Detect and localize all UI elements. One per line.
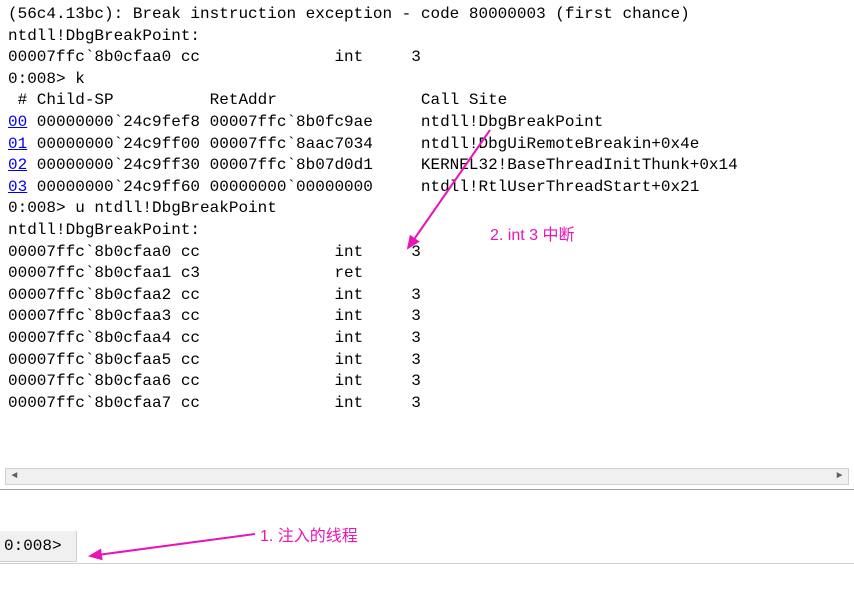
symbol-line: ntdll!DbgBreakPoint: xyxy=(8,26,846,48)
frame-detail: 00000000`24c9ff60 00000000`00000000 ntdl… xyxy=(27,178,699,196)
frame-detail: 00000000`24c9fef8 00007ffc`8b0fc9ae ntdl… xyxy=(27,113,603,131)
frame-index-link[interactable]: 03 xyxy=(8,178,27,196)
stack-frame-row: 03 00000000`24c9ff60 00000000`00000000 n… xyxy=(8,177,846,199)
debugger-output-pane: (56c4.13bc): Break instruction exception… xyxy=(0,0,854,490)
command-input[interactable] xyxy=(78,532,854,562)
command-u: 0:008> u ntdll!DbgBreakPoint xyxy=(8,198,846,220)
instruction-line: 00007ffc`8b0cfaa0 cc int 3 xyxy=(8,47,846,69)
scroll-left-arrow-icon[interactable]: ◄ xyxy=(6,469,23,484)
horizontal-scrollbar[interactable]: ◄ ► xyxy=(5,468,849,485)
command-k: 0:008> k xyxy=(8,69,846,91)
frame-detail: 00000000`24c9ff00 00007ffc`8aac7034 ntdl… xyxy=(27,135,699,153)
disasm-row: 00007ffc`8b0cfaa3 cc int 3 xyxy=(8,306,846,328)
symbol-line-2: ntdll!DbgBreakPoint: xyxy=(8,220,846,242)
frame-index-link[interactable]: 01 xyxy=(8,135,27,153)
disasm-row: 00007ffc`8b0cfaa0 cc int 3 xyxy=(8,242,846,264)
disasm-row: 00007ffc`8b0cfaa2 cc int 3 xyxy=(8,285,846,307)
disasm-row: 00007ffc`8b0cfaa5 cc int 3 xyxy=(8,350,846,372)
input-bottom-border xyxy=(0,563,854,580)
stack-frame-row: 00 00000000`24c9fef8 00007ffc`8b0fc9ae n… xyxy=(8,112,846,134)
frame-detail: 00000000`24c9ff30 00007ffc`8b07d0d1 KERN… xyxy=(27,156,738,174)
disasm-row: 00007ffc`8b0cfaa4 cc int 3 xyxy=(8,328,846,350)
stack-frame-row: 01 00000000`24c9ff00 00007ffc`8aac7034 n… xyxy=(8,134,846,156)
stack-header: # Child-SP RetAddr Call Site xyxy=(8,90,846,112)
frame-index-link[interactable]: 00 xyxy=(8,113,27,131)
disasm-row: 00007ffc`8b0cfaa6 cc int 3 xyxy=(8,371,846,393)
scroll-right-arrow-icon[interactable]: ► xyxy=(831,469,848,484)
input-prompt: 0:008> xyxy=(0,531,77,562)
disasm-row: 00007ffc`8b0cfaa1 c3 ret xyxy=(8,263,846,285)
debugger-input-pane: 0:008> 1. 注入的线程 xyxy=(0,490,854,580)
frame-index-link[interactable]: 02 xyxy=(8,156,27,174)
exception-line: (56c4.13bc): Break instruction exception… xyxy=(8,4,846,26)
disasm-row: 00007ffc`8b0cfaa7 cc int 3 xyxy=(8,393,846,415)
stack-frame-row: 02 00000000`24c9ff30 00007ffc`8b07d0d1 K… xyxy=(8,155,846,177)
